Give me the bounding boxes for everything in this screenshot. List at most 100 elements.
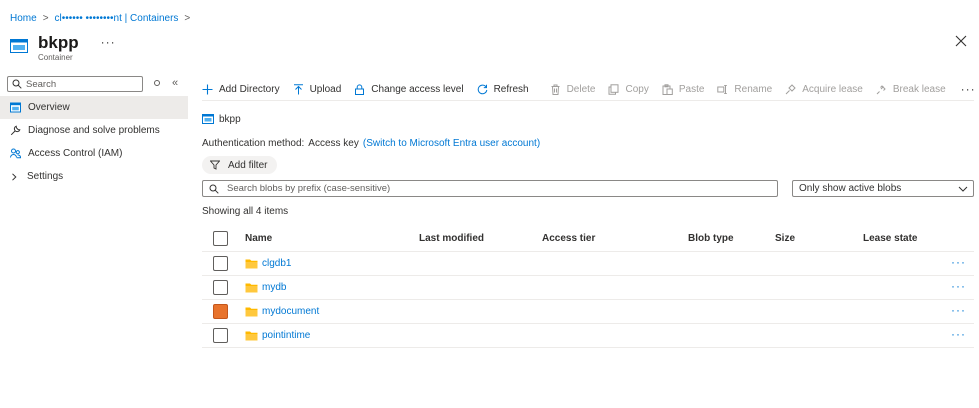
folder-entry[interactable]: mydocument	[245, 306, 319, 317]
breadcrumb-separator: >	[42, 12, 49, 24]
row-more-button[interactable]: ···	[951, 327, 966, 341]
upload-button[interactable]: Upload	[293, 83, 342, 95]
sidebar-search-box[interactable]	[7, 76, 143, 92]
paste-label: Paste	[678, 83, 705, 95]
acquire-lease-button[interactable]: Acquire lease	[785, 84, 863, 95]
auth-method-label: Authentication method:	[202, 137, 305, 149]
add-filter-label: Add filter	[228, 159, 268, 171]
filter-icon	[210, 160, 220, 170]
row-checkbox[interactable]	[213, 328, 228, 343]
container-icon	[10, 39, 28, 53]
folder-icon	[245, 283, 258, 293]
collapse-sidebar-button[interactable]: «	[172, 77, 178, 89]
blob-filter-dropdown[interactable]: Only show active blobs	[792, 180, 974, 197]
search-icon	[12, 79, 22, 89]
table-row[interactable]: pointintime ···	[202, 324, 974, 348]
row-more-button[interactable]: ···	[951, 255, 966, 269]
breadcrumb-separator: >	[184, 12, 191, 24]
switch-auth-link[interactable]: (Switch to Microsoft Entra user account)	[363, 138, 540, 149]
column-header-last-modified[interactable]: Last modified	[419, 233, 484, 244]
container-icon	[202, 114, 214, 124]
toolbar-more-button[interactable]: ···	[961, 82, 976, 96]
column-header-access-tier[interactable]: Access tier	[542, 233, 595, 244]
breadcrumb: Home > cl•••••• ••••••••nt | Containers …	[10, 11, 196, 25]
column-header-name[interactable]: Name	[245, 233, 272, 244]
paste-icon	[662, 83, 673, 95]
acquire-lease-label: Acquire lease	[802, 83, 863, 95]
sidebar-item-access-control[interactable]: Access Control (IAM)	[0, 142, 188, 165]
blob-table: Name Last modified Access tier Blob type…	[202, 226, 974, 348]
container-path: bkpp	[202, 110, 974, 128]
page-title: bkpp	[38, 33, 79, 52]
column-header-lease-state[interactable]: Lease state	[863, 233, 917, 244]
page-header: bkpp Container ···	[10, 34, 116, 66]
container-icon	[10, 102, 21, 113]
delete-button[interactable]: Delete	[550, 84, 595, 95]
paste-button[interactable]: Paste	[662, 83, 705, 95]
folder-entry[interactable]: mydb	[245, 282, 286, 293]
add-directory-label: Add Directory	[219, 83, 280, 95]
main-content: bkpp Authentication method: Access key (…	[202, 110, 974, 348]
sidebar-search-input[interactable]	[26, 78, 136, 90]
folder-icon	[245, 259, 258, 269]
folder-entry[interactable]: pointintime	[245, 330, 310, 341]
row-checkbox[interactable]	[213, 304, 228, 319]
row-more-button[interactable]: ···	[951, 303, 966, 317]
trash-icon	[551, 84, 560, 95]
search-icon	[209, 184, 219, 194]
column-header-size[interactable]: Size	[775, 233, 795, 244]
upload-icon	[293, 83, 303, 94]
sidebar-item-label: Diagnose and solve problems	[28, 125, 160, 136]
add-filter-button[interactable]: Add filter	[202, 156, 278, 174]
rename-button[interactable]: Rename	[717, 84, 772, 95]
chevron-right-icon	[12, 172, 17, 181]
sidebar-item-label: Settings	[27, 171, 64, 182]
copy-icon	[608, 83, 619, 95]
table-row[interactable]: clgdb1 ···	[202, 252, 974, 276]
breadcrumb-home[interactable]: Home	[10, 13, 37, 24]
table-row[interactable]: mydocument ···	[202, 300, 974, 324]
blob-filter-value: Only show active blobs	[799, 183, 902, 194]
chevron-down-icon	[958, 186, 968, 192]
change-access-level-label: Change access level	[371, 83, 464, 95]
folder-name-link[interactable]: mydb	[262, 282, 286, 293]
folder-entry[interactable]: clgdb1	[245, 258, 291, 269]
row-more-button[interactable]: ···	[951, 279, 966, 293]
row-checkbox[interactable]	[213, 280, 228, 295]
add-directory-button[interactable]: Add Directory	[202, 84, 280, 95]
command-bar: Add Directory Upload Change access level…	[202, 80, 976, 101]
column-header-blob-type[interactable]: Blob type	[688, 233, 734, 244]
folder-name-link[interactable]: mydocument	[262, 306, 319, 317]
folder-name-link[interactable]: pointintime	[262, 330, 310, 341]
authentication-method: Authentication method: Access key (Switc…	[202, 136, 974, 150]
people-icon	[10, 148, 21, 159]
blob-search-input[interactable]	[227, 183, 767, 194]
rename-label: Rename	[734, 83, 773, 95]
change-access-level-button[interactable]: Change access level	[354, 83, 464, 95]
search-options-icon[interactable]	[152, 78, 162, 88]
refresh-button[interactable]: Refresh	[477, 84, 529, 95]
sidebar-item-label: Overview	[28, 102, 70, 113]
break-lease-label: Break lease	[892, 83, 946, 95]
copy-button[interactable]: Copy	[608, 83, 649, 95]
folder-name-link[interactable]: clgdb1	[262, 258, 291, 269]
sidebar-item-label: Access Control (IAM)	[28, 148, 123, 159]
sidebar-item-overview[interactable]: Overview	[0, 96, 188, 119]
container-path-label: bkpp	[219, 113, 241, 125]
upload-label: Upload	[309, 83, 342, 95]
folder-icon	[245, 307, 258, 317]
close-icon[interactable]	[955, 35, 967, 47]
sidebar-item-diagnose[interactable]: Diagnose and solve problems	[0, 119, 188, 142]
blob-search-box[interactable]	[202, 180, 778, 197]
sidebar: « Overview Diagnose and solve problems A…	[0, 74, 188, 188]
table-header-row: Name Last modified Access tier Blob type…	[202, 226, 974, 252]
sidebar-item-settings[interactable]: Settings	[0, 165, 188, 188]
table-row[interactable]: mydb ···	[202, 276, 974, 300]
header-more-button[interactable]: ···	[101, 35, 116, 49]
break-lease-button[interactable]: Break lease	[876, 84, 946, 95]
row-checkbox[interactable]	[213, 256, 228, 271]
select-all-checkbox[interactable]	[213, 231, 228, 246]
plus-icon	[202, 84, 213, 94]
auth-method-value: Access key	[308, 137, 359, 149]
breadcrumb-account-containers[interactable]: cl•••••• ••••••••nt | Containers	[55, 13, 179, 24]
